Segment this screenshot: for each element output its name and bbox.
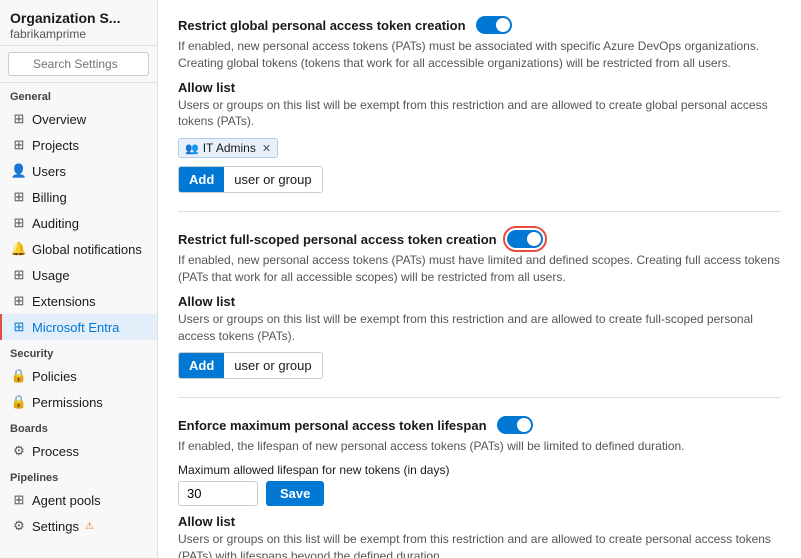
sidebar-item-auditing[interactable]: ⊞ Auditing (0, 210, 157, 236)
lifespan-input-row: Save (178, 481, 781, 506)
lifespan-input[interactable] (178, 481, 258, 506)
allow-list-desc-1: Users or groups on this list will be exe… (178, 97, 781, 131)
restrict-global-pat-desc: If enabled, new personal access tokens (… (178, 38, 781, 72)
sidebar-item-users[interactable]: 👤 Users (0, 158, 157, 184)
enforce-lifespan-title: Enforce maximum personal access token li… (178, 418, 487, 433)
sidebar-item-microsoft-entra[interactable]: ⊞ Microsoft Entra (0, 314, 157, 340)
toggle-track[interactable] (476, 16, 512, 34)
toggle-track-highlighted[interactable] (507, 230, 543, 248)
allow-list-label-1: Allow list (178, 80, 781, 95)
tag-group-icon: 👥 (185, 142, 199, 155)
sidebar-item-overview[interactable]: ⊞ Overview (0, 106, 157, 132)
notifications-icon: 🔔 (12, 241, 26, 257)
auditing-icon: ⊞ (12, 215, 26, 231)
settings-warning-icon: ⚠ (85, 521, 94, 532)
sidebar-item-label: Microsoft Entra (32, 320, 119, 335)
sidebar: Organization S... fabrikamprime 🔍 Genera… (0, 0, 158, 558)
restrict-global-pat-section: Restrict global personal access token cr… (178, 16, 781, 212)
enforce-lifespan-title-row: Enforce maximum personal access token li… (178, 416, 781, 434)
sidebar-item-label: Permissions (32, 395, 103, 410)
users-icon: 👤 (12, 163, 26, 179)
restrict-full-scoped-pat-title-row: Restrict full-scoped personal access tok… (178, 230, 781, 248)
microsoft-entra-icon: ⊞ (12, 319, 26, 335)
tag-remove-button[interactable]: ✕ (262, 142, 271, 155)
lifespan-label: Maximum allowed lifespan for new tokens … (178, 463, 781, 477)
sidebar-item-global-notifications[interactable]: 🔔 Global notifications (0, 236, 157, 262)
allow-list-desc-2: Users or groups on this list will be exe… (178, 311, 781, 345)
agent-pools-icon: ⊞ (12, 492, 26, 508)
sidebar-item-policies[interactable]: 🔒 Policies (0, 363, 157, 389)
sidebar-item-label: Usage (32, 268, 70, 283)
allow-list-desc-3: Users or groups on this list will be exe… (178, 531, 781, 558)
add-user-group-button-1[interactable]: Add user or group (178, 166, 323, 193)
tag-it-admins: 👥 IT Admins ✕ (178, 138, 278, 158)
add-btn-left-1[interactable]: Add (179, 167, 224, 192)
add-btn-right-2[interactable]: user or group (224, 353, 321, 378)
restrict-full-scoped-pat-desc: If enabled, new personal access tokens (… (178, 252, 781, 286)
sidebar-item-projects[interactable]: ⊞ Projects (0, 132, 157, 158)
extensions-icon: ⊞ (12, 293, 26, 309)
org-header: Organization S... fabrikamprime (0, 0, 157, 46)
search-input[interactable] (8, 52, 149, 76)
sidebar-item-agent-pools[interactable]: ⊞ Agent pools (0, 487, 157, 513)
billing-icon: ⊞ (12, 189, 26, 205)
section-general: General (0, 83, 157, 106)
overview-icon: ⊞ (12, 111, 26, 127)
allow-list-label-2: Allow list (178, 294, 781, 309)
org-title: Organization S... (10, 10, 147, 26)
sidebar-item-label: Policies (32, 369, 77, 384)
usage-icon: ⊞ (12, 267, 26, 283)
sidebar-item-label: Auditing (32, 216, 79, 231)
sidebar-item-label: Agent pools (32, 493, 101, 508)
restrict-full-scoped-pat-section: Restrict full-scoped personal access tok… (178, 230, 781, 398)
projects-icon: ⊞ (12, 137, 26, 153)
restrict-full-scoped-pat-title: Restrict full-scoped personal access tok… (178, 232, 497, 247)
sidebar-item-process[interactable]: ⚙ Process (0, 438, 157, 464)
sidebar-item-label: Extensions (32, 294, 96, 309)
restrict-global-pat-title: Restrict global personal access token cr… (178, 18, 466, 33)
section-boards: Boards (0, 415, 157, 438)
sidebar-item-label: Billing (32, 190, 67, 205)
section-security: Security (0, 340, 157, 363)
sidebar-item-settings-pipelines[interactable]: ⚙ Settings ⚠ (0, 513, 157, 539)
section-pipelines: Pipelines (0, 464, 157, 487)
tag-label: IT Admins (203, 141, 256, 155)
search-container: 🔍 (0, 46, 157, 83)
org-subtitle: fabrikamprime (10, 27, 147, 41)
restrict-global-pat-toggle[interactable] (476, 16, 512, 34)
enforce-lifespan-section: Enforce maximum personal access token li… (178, 416, 781, 558)
sidebar-item-label: Settings (32, 519, 79, 534)
main-content: Restrict global personal access token cr… (158, 0, 801, 558)
sidebar-item-label: Projects (32, 138, 79, 153)
restrict-global-pat-title-row: Restrict global personal access token cr… (178, 16, 781, 34)
save-button[interactable]: Save (266, 481, 324, 506)
add-btn-right-1[interactable]: user or group (224, 167, 321, 192)
sidebar-item-extensions[interactable]: ⊞ Extensions (0, 288, 157, 314)
sidebar-item-label: Global notifications (32, 242, 142, 257)
sidebar-item-label: Users (32, 164, 66, 179)
process-icon: ⚙ (12, 443, 26, 459)
tag-row-1: 👥 IT Admins ✕ (178, 138, 781, 158)
add-user-group-button-2[interactable]: Add user or group (178, 352, 323, 379)
sidebar-item-usage[interactable]: ⊞ Usage (0, 262, 157, 288)
toggle-track-3[interactable] (497, 416, 533, 434)
sidebar-item-label: Overview (32, 112, 86, 127)
enforce-lifespan-desc: If enabled, the lifespan of new personal… (178, 438, 781, 455)
sidebar-item-billing[interactable]: ⊞ Billing (0, 184, 157, 210)
add-btn-left-2[interactable]: Add (179, 353, 224, 378)
sidebar-item-permissions[interactable]: 🔒 Permissions (0, 389, 157, 415)
settings-icon: ⚙ (12, 518, 26, 534)
sidebar-item-label: Process (32, 444, 79, 459)
enforce-lifespan-toggle[interactable] (497, 416, 533, 434)
permissions-icon: 🔒 (12, 394, 26, 410)
allow-list-label-3: Allow list (178, 514, 781, 529)
restrict-full-scoped-pat-toggle[interactable] (507, 230, 543, 248)
policies-icon: 🔒 (12, 368, 26, 384)
